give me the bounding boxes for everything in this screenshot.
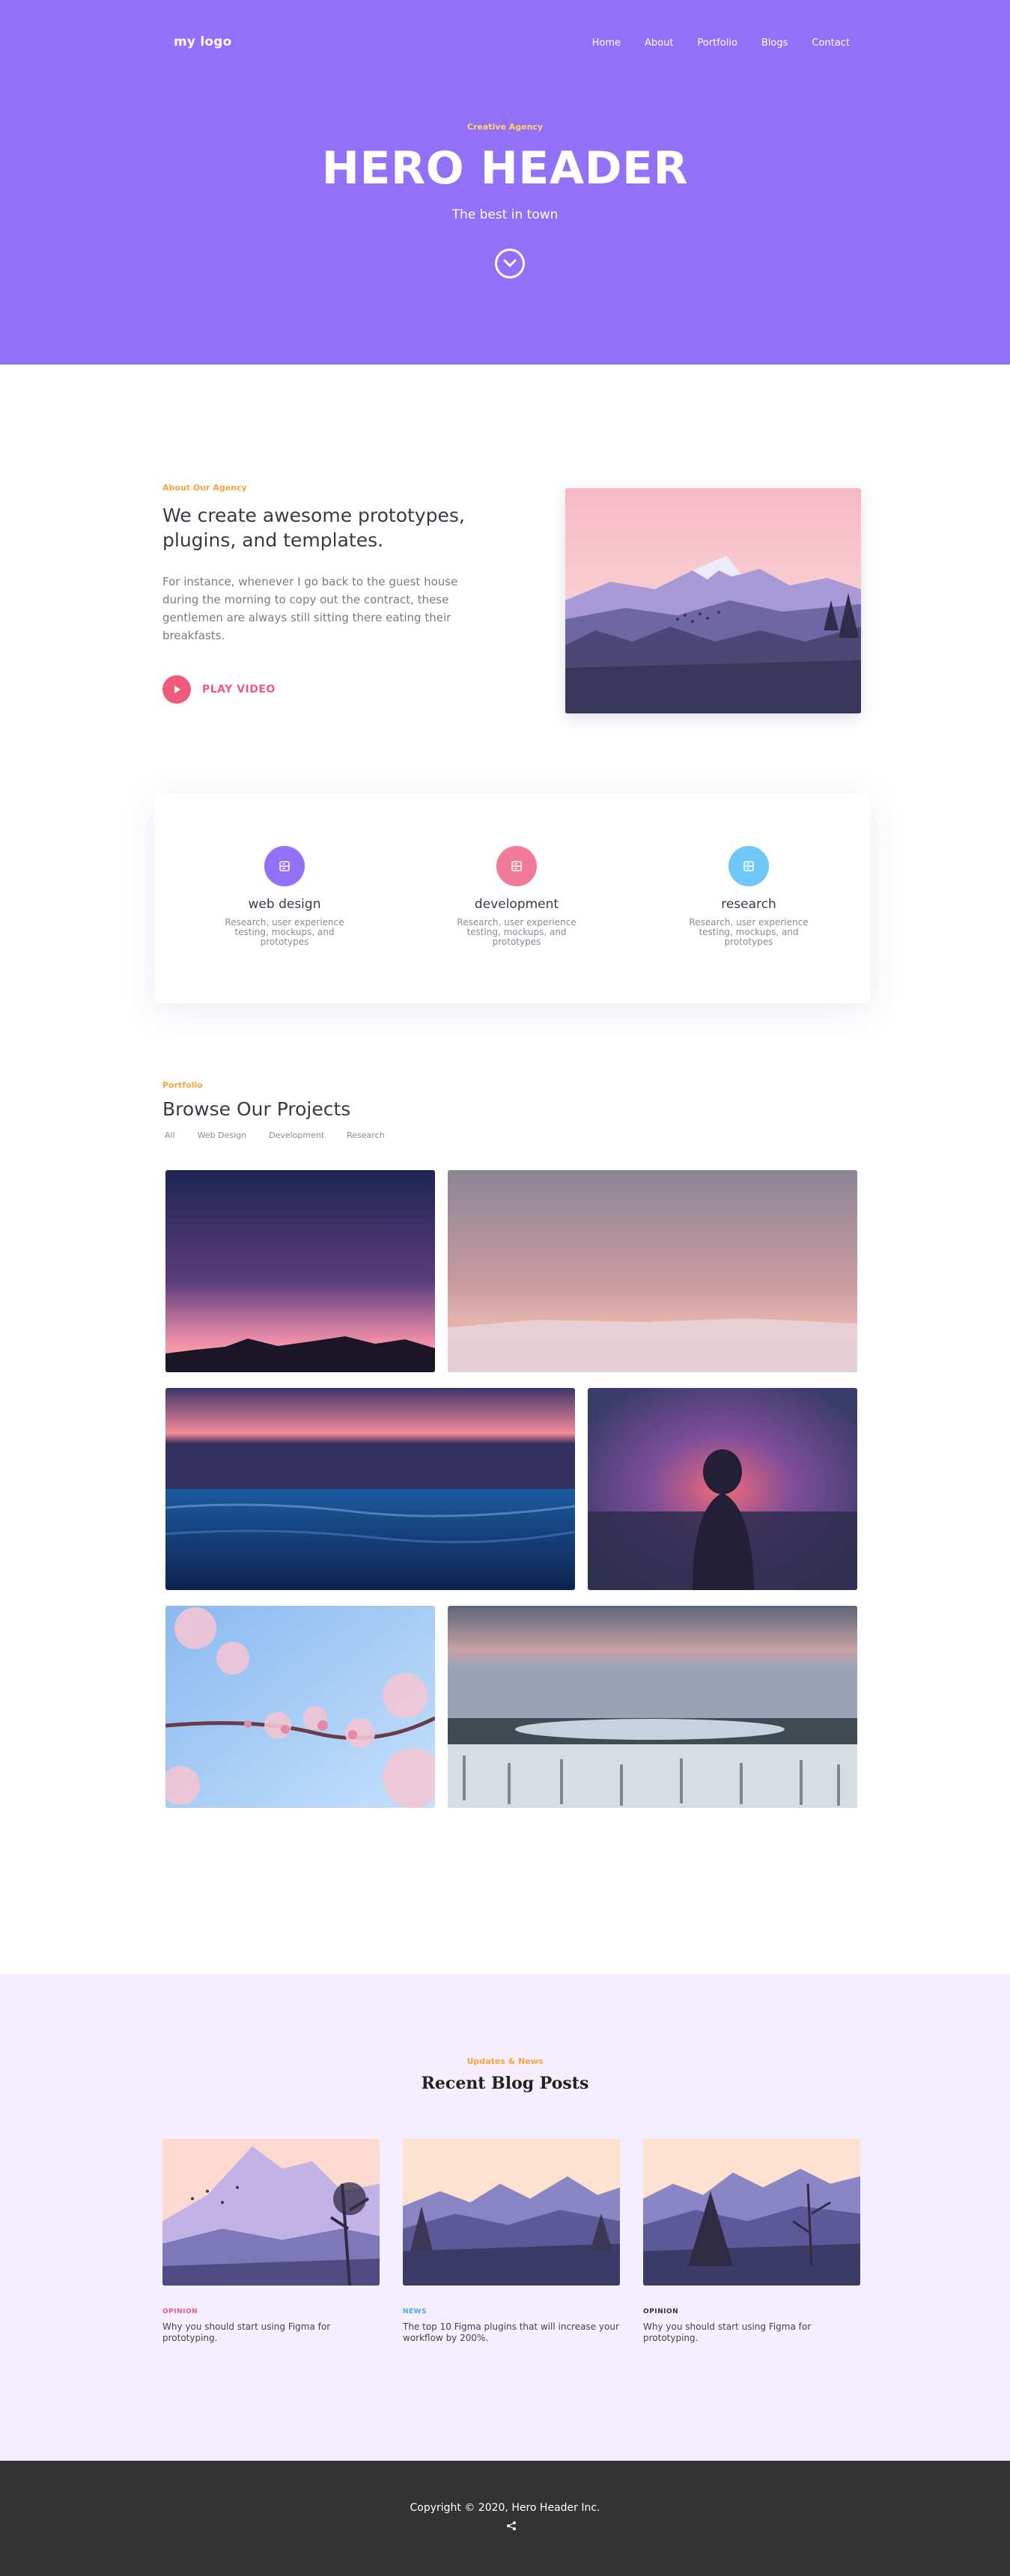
portfolio-image-pink-horizon[interactable]: [448, 1170, 857, 1372]
play-video-button[interactable]: PLAY VIDEO: [162, 675, 276, 704]
portfolio-image-dusk-mountains[interactable]: [165, 1170, 435, 1372]
nav-links: Home About Portfolio Blogs Contact: [592, 37, 850, 49]
hero-title: HERO HEADER: [321, 142, 689, 195]
nav-link-home[interactable]: Home: [592, 37, 621, 49]
blog-post-title[interactable]: The top 10 Figma plugins that will incre…: [403, 2321, 620, 2344]
chevron-down-icon: [503, 259, 517, 267]
filter-research[interactable]: Research: [347, 1130, 384, 1140]
blog-post-card[interactable]: NEWS The top 10 Figma plugins that will …: [403, 2139, 620, 2344]
blog-post-card[interactable]: OPINION Why you should start using Figma…: [162, 2139, 380, 2344]
blog-post-card[interactable]: OPINION Why you should start using Figma…: [643, 2139, 860, 2344]
server-icon: [264, 846, 305, 886]
copyright-text: Copyright © 2020, Hero Header Inc.: [410, 2502, 600, 2514]
filter-development[interactable]: Development: [269, 1130, 324, 1140]
service-desc: Research, user experience testing, mocku…: [457, 917, 577, 947]
service-desc: Research, user experience testing, mocku…: [689, 917, 809, 947]
blog-post-tag: NEWS: [403, 2308, 428, 2315]
portfolio-heading: Browse Our Projects: [162, 1098, 351, 1120]
blog-post-tag: OPINION: [643, 2308, 679, 2315]
service-title: development: [474, 897, 559, 912]
logo[interactable]: my logo: [174, 34, 231, 49]
service-desc: Research, user experience testing, mocku…: [225, 917, 344, 947]
server-icon: [496, 846, 537, 886]
portfolio-filters: All Web Design Development Research: [165, 1130, 385, 1140]
portfolio-image-cherry-blossom[interactable]: [165, 1606, 435, 1808]
hero-eyebrow: Creative Agency: [466, 122, 544, 132]
service-web-design[interactable]: web design Research, user experience tes…: [210, 846, 359, 947]
service-title: web design: [248, 897, 321, 912]
play-icon: [162, 675, 191, 704]
portfolio-image-silhouette[interactable]: [588, 1388, 857, 1590]
play-video-label: PLAY VIDEO: [202, 683, 276, 695]
footer: Copyright © 2020, Hero Header Inc.: [0, 2461, 1010, 2576]
filter-all[interactable]: All: [165, 1130, 175, 1140]
services-card: web design Research, user experience tes…: [154, 794, 870, 1003]
filter-web-design[interactable]: Web Design: [198, 1130, 246, 1140]
page: my logo Home About Portfolio Blogs Conta…: [0, 0, 1010, 2576]
nav-link-contact[interactable]: Contact: [812, 37, 850, 49]
service-research[interactable]: research Research, user experience testi…: [674, 846, 824, 947]
blog-heading: Recent Blog Posts: [421, 2074, 589, 2093]
blog-eyebrow: Updates & News: [466, 2056, 544, 2066]
about-body: For instance, whenever I go back to the …: [162, 575, 458, 642]
nav-link-blogs[interactable]: Blogs: [761, 37, 788, 49]
portfolio-eyebrow: Portfolio: [162, 1080, 203, 1090]
about-heading: We create awesome prototypes, plugins, a…: [162, 505, 465, 551]
scroll-down-button[interactable]: [495, 249, 525, 278]
hero-section: my logo Home About Portfolio Blogs Conta…: [0, 0, 1010, 365]
about-eyebrow: About Our Agency: [162, 483, 247, 493]
about-section: About Our Agency We create awesome proto…: [0, 365, 1010, 784]
blog-post-title[interactable]: Why you should start using Figma for pro…: [162, 2321, 380, 2344]
nav-link-portfolio[interactable]: Portfolio: [697, 37, 737, 49]
share-icon[interactable]: [506, 2521, 517, 2531]
navbar: my logo Home About Portfolio Blogs Conta…: [0, 0, 1010, 90]
blog-post-image: [643, 2139, 860, 2286]
portfolio-image-ocean-sunset[interactable]: [165, 1388, 575, 1590]
service-title: research: [721, 897, 776, 912]
service-development[interactable]: development Research, user experience te…: [442, 846, 591, 947]
blog-section: Updates & News Recent Blog Posts OPINION…: [0, 1974, 1010, 2461]
blog-post-title[interactable]: Why you should start using Figma for pro…: [643, 2321, 860, 2344]
hero-subtitle: The best in town: [451, 207, 559, 222]
portfolio-image-snowy-forest[interactable]: [448, 1606, 857, 1808]
about-mountain-image: [565, 488, 861, 713]
blog-post-image: [162, 2139, 380, 2286]
blog-post-image: [403, 2139, 620, 2286]
blog-post-tag: OPINION: [162, 2308, 198, 2315]
server-icon: [728, 846, 769, 886]
nav-link-about[interactable]: About: [645, 37, 673, 49]
